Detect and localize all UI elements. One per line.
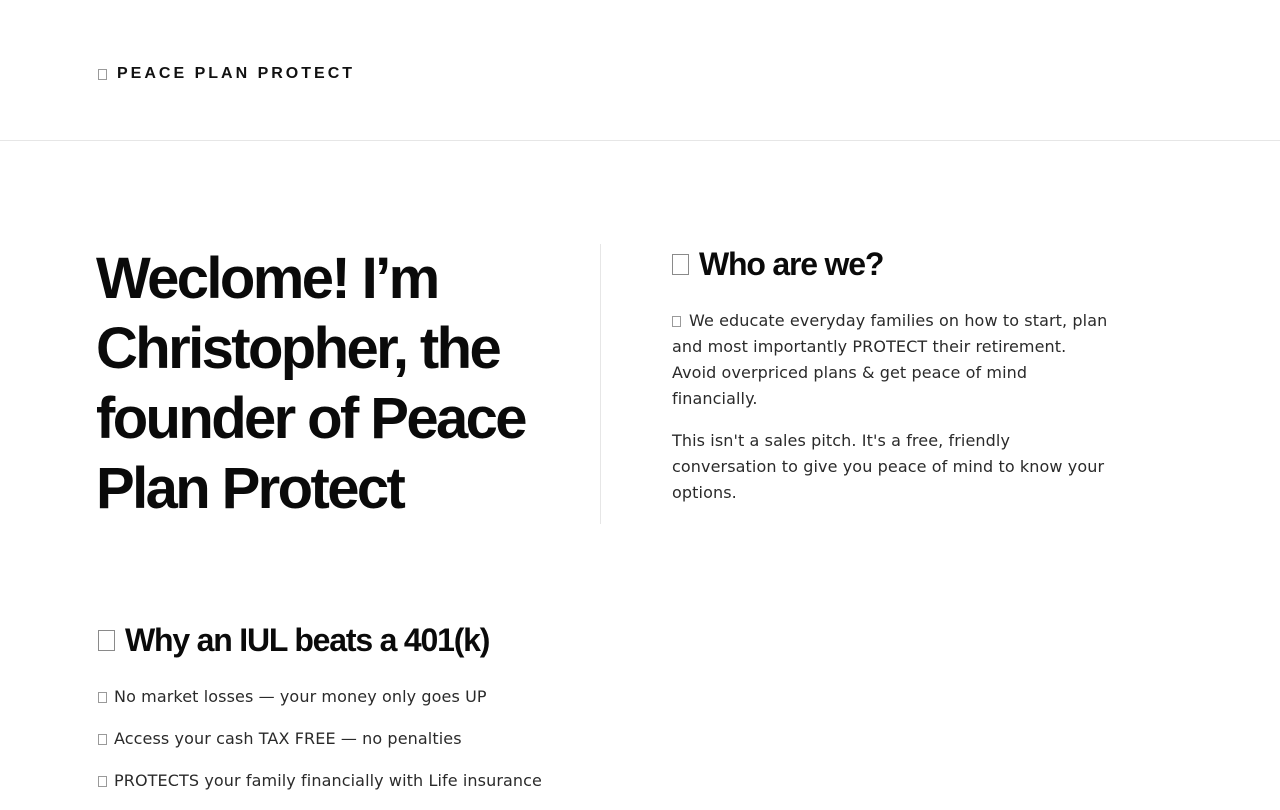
brand-logo[interactable]: PEACE PLAN PROTECT — [98, 66, 355, 82]
who-heading-row: Who are we? — [672, 244, 1112, 284]
box-glyph-icon — [98, 691, 107, 703]
why-heading: Why an IUL beats a 401(k) — [125, 622, 490, 658]
box-glyph-icon — [98, 68, 107, 80]
who-are-we-section: Who are we? We educate everyday families… — [672, 244, 1112, 506]
brand-name: PEACE PLAN PROTECT — [117, 65, 356, 82]
box-glyph-icon — [98, 775, 107, 787]
box-glyph-icon — [672, 253, 689, 275]
box-glyph-icon — [672, 316, 681, 327]
list-item: No market losses — your money only goes … — [98, 684, 698, 710]
box-glyph-icon — [98, 629, 115, 651]
list-item-text: Access your cash TAX FREE — no penalties — [114, 729, 462, 748]
why-iul-section: Why an IUL beats a 401(k) No market loss… — [98, 620, 698, 810]
who-heading: Who are we? — [699, 246, 884, 282]
site-header: PEACE PLAN PROTECT — [0, 0, 1280, 141]
who-paragraph-1: We educate everyday families on how to s… — [672, 308, 1112, 412]
vertical-divider — [600, 244, 601, 524]
why-heading-row: Why an IUL beats a 401(k) — [98, 620, 698, 660]
hero-title: Weclome! I’m Christopher, the founder of… — [96, 246, 528, 521]
list-item: Access your cash TAX FREE — no penalties — [98, 726, 698, 752]
benefits-list: No market losses — your money only goes … — [98, 684, 698, 794]
who-paragraph-1-text: We educate everyday families on how to s… — [672, 311, 1108, 408]
box-glyph-icon — [98, 733, 107, 745]
list-item-text: PROTECTS your family financially with Li… — [114, 771, 542, 790]
list-item-text: No market losses — your money only goes … — [114, 687, 487, 706]
list-item: PROTECTS your family financially with Li… — [98, 768, 698, 794]
who-paragraph-2: This isn't a sales pitch. It's a free, f… — [672, 431, 1105, 502]
